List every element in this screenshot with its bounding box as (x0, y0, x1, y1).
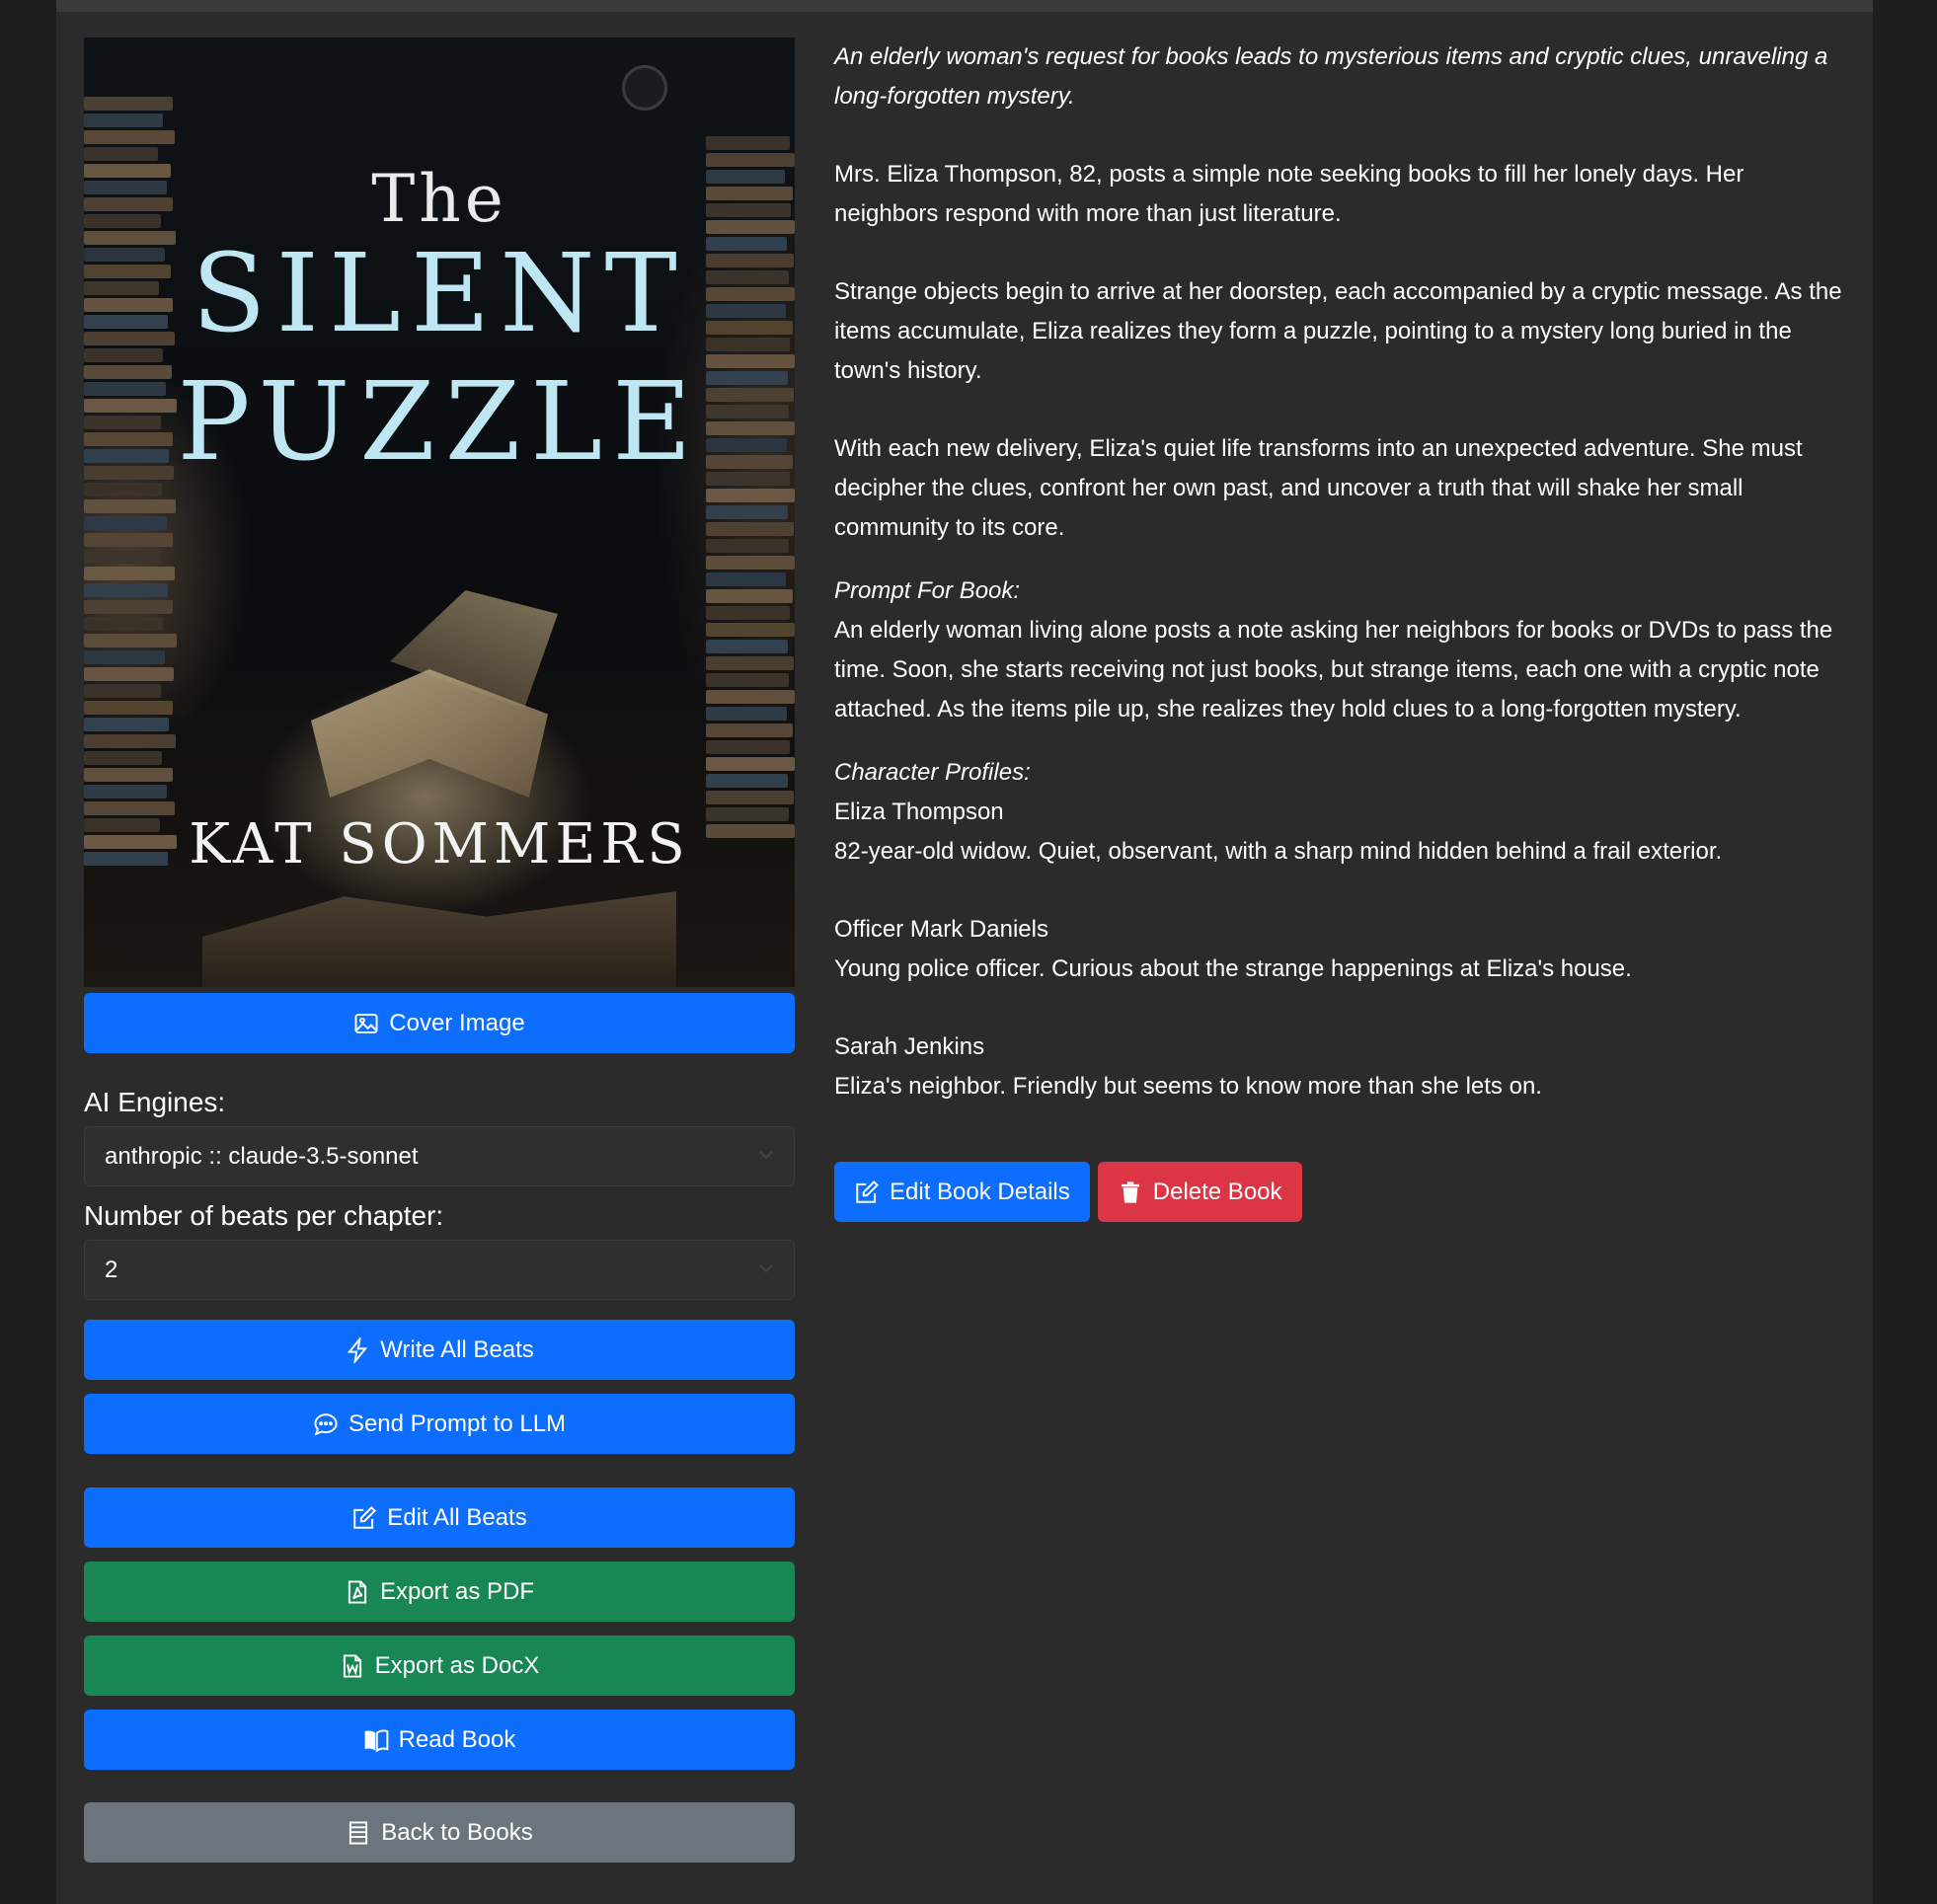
ai-engines-label: AI Engines: (84, 1087, 226, 1117)
book-prompt: An elderly woman living alone posts a no… (834, 617, 1833, 723)
delete-book-button[interactable]: Delete Book (1097, 1162, 1302, 1222)
cover-title-line1: SILENT (192, 230, 687, 356)
character-description: Eliza's neighbor. Friendly but seems to … (834, 1073, 1542, 1100)
ai-engines-select[interactable]: anthropic :: claude-3.5-sonnet (84, 1126, 795, 1186)
beats-label: Number of beats per chapter: (84, 1200, 444, 1231)
book-tagline: An elderly woman's request for books lea… (834, 43, 1828, 110)
list-icon (349, 1820, 368, 1845)
character-name: Eliza Thompson (834, 799, 1004, 825)
export-docx-button[interactable]: Export as DocX (84, 1636, 795, 1696)
back-to-books-button[interactable]: Back to Books (84, 1802, 795, 1863)
beats-select[interactable]: 2 (84, 1240, 795, 1300)
file-pdf-icon (348, 1579, 367, 1604)
character-description: 82-year-old widow. Quiet, observant, wit… (834, 838, 1723, 865)
floor-books-illustration (202, 891, 676, 987)
send-prompt-button[interactable]: Send Prompt to LLM (84, 1394, 795, 1454)
cover-author: KAT SOMMERS (189, 812, 690, 876)
export-docx-label: Export as DocX (374, 1651, 540, 1679)
write-all-beats-button[interactable]: Write All Beats (84, 1320, 795, 1380)
character-name: Sarah Jenkins (834, 1033, 985, 1060)
edit-icon (856, 1180, 879, 1203)
chat-dots-icon (314, 1412, 338, 1435)
blurb-paragraph: With each new delivery, Eliza's quiet li… (834, 435, 1803, 541)
characters-heading: Character Profiles: (834, 759, 1031, 786)
export-pdf-label: Export as PDF (379, 1577, 535, 1605)
clock-illustration (622, 65, 667, 111)
blurb-paragraph: Strange objects begin to arrive at her d… (834, 278, 1842, 384)
book-details: An elderly woman's request for books lea… (834, 38, 1851, 1222)
send-prompt-label: Send Prompt to LLM (348, 1409, 567, 1437)
chevron-down-icon (759, 1264, 773, 1273)
chevron-down-icon (759, 1151, 773, 1160)
beats-value: 2 (105, 1256, 118, 1283)
prompt-heading: Prompt For Book: (834, 577, 1021, 604)
read-book-label: Read Book (398, 1725, 516, 1753)
edit-all-beats-button[interactable]: Edit All Beats (84, 1487, 795, 1548)
cover-image-button[interactable]: Cover Image (84, 993, 795, 1053)
character-description: Young police officer. Curious about the … (834, 955, 1632, 982)
cover-image-label: Cover Image (389, 1009, 525, 1036)
write-all-beats-label: Write All Beats (380, 1335, 534, 1363)
read-book-button[interactable]: Read Book (84, 1710, 795, 1770)
character-name: Officer Mark Daniels (834, 916, 1048, 943)
edit-all-beats-label: Edit All Beats (387, 1503, 527, 1531)
file-word-icon (343, 1653, 361, 1678)
ai-engines-value: anthropic :: claude-3.5-sonnet (105, 1142, 419, 1170)
edit-book-details-button[interactable]: Edit Book Details (834, 1162, 1090, 1222)
cover-title-line2: PUZZLE (177, 358, 702, 485)
left-column: The SILENT PUZZLE KAT SOMMERS Cover Imag… (84, 38, 795, 1863)
delete-book-label: Delete Book (1152, 1178, 1282, 1205)
book-actions: Edit Book Details Delete Book (834, 1162, 1851, 1222)
book-icon (364, 1729, 388, 1752)
lightning-icon (348, 1336, 368, 1363)
edit-book-details-label: Edit Book Details (890, 1178, 1070, 1205)
blurb-paragraph: Mrs. Eliza Thompson, 82, posts a simple … (834, 161, 1744, 227)
image-icon (354, 1013, 378, 1033)
book-detail-page: The SILENT PUZZLE KAT SOMMERS Cover Imag… (56, 0, 1873, 1904)
edit-icon (353, 1505, 377, 1529)
cover-image: The SILENT PUZZLE KAT SOMMERS (84, 38, 795, 987)
trash-icon (1121, 1180, 1139, 1203)
export-pdf-button[interactable]: Export as PDF (84, 1561, 795, 1622)
cover-title-the: The (371, 161, 507, 237)
back-to-books-label: Back to Books (381, 1818, 533, 1846)
